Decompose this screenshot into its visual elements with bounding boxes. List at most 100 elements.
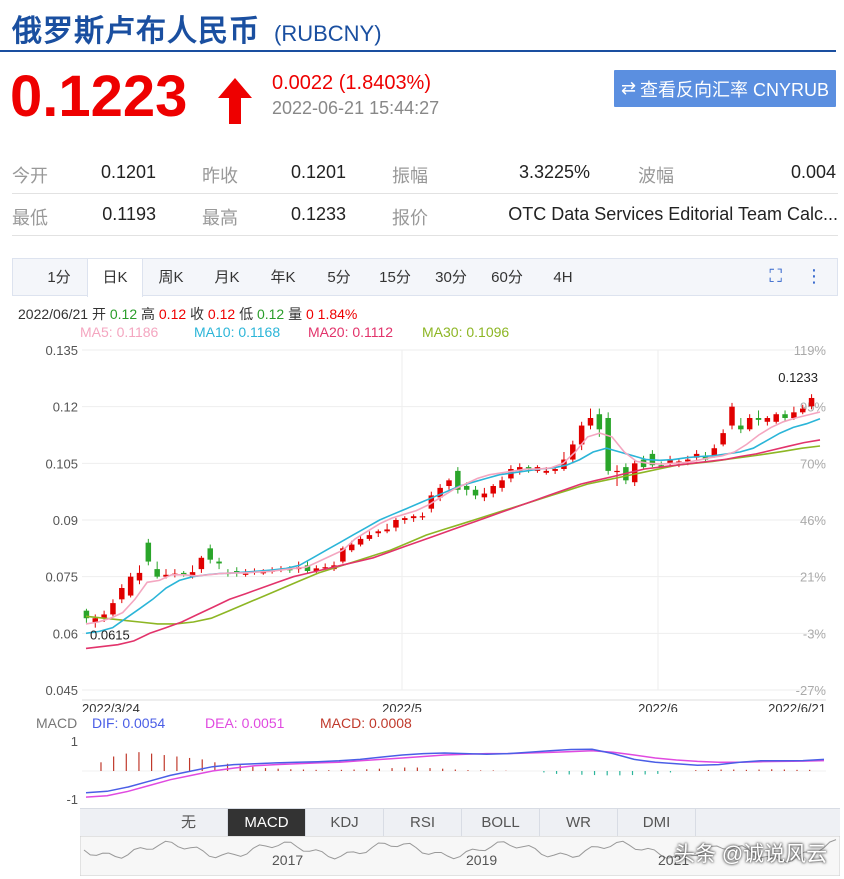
indicator-none[interactable]: 无 xyxy=(150,809,228,837)
tab-4h[interactable]: 4H xyxy=(535,259,591,296)
tab-5min[interactable]: 5分 xyxy=(311,259,367,296)
tab-30min[interactable]: 30分 xyxy=(423,259,479,296)
tab-daily[interactable]: 日K xyxy=(87,259,143,297)
y-tick-label: 0.06 xyxy=(53,626,78,641)
percent-tick-label: -3% xyxy=(803,626,827,641)
quote-time: 2022-06-21 15:44:27 xyxy=(272,98,440,118)
stat-value: 0.1201 xyxy=(100,162,156,182)
x-tick-label: 2022/3/24 xyxy=(82,701,140,712)
candle-body xyxy=(596,414,603,430)
close-value: 0.12 xyxy=(207,306,236,322)
stat-value: OTC Data Services Editorial Team Calc... xyxy=(508,204,838,224)
tab-yearly[interactable]: 年K xyxy=(255,259,311,296)
symbol-code: (RUBCNY) xyxy=(274,21,382,46)
candle-body xyxy=(808,397,815,407)
candle-body xyxy=(242,573,249,575)
stat-label: 最低 xyxy=(12,208,48,228)
stat-value: 0.1201 xyxy=(290,162,346,182)
stats-row: 今开 0.1201 昨收 0.1201 振幅 3.3225% 波幅 0.004 xyxy=(12,152,838,194)
candle-body xyxy=(782,414,788,418)
candle-body xyxy=(127,576,134,596)
open-label: 开 xyxy=(91,306,106,322)
max-annotation: 0.1233 xyxy=(778,370,818,385)
stat-label: 波幅 xyxy=(638,166,674,186)
low-value: 0.12 xyxy=(256,306,285,322)
open-value: 0.12 xyxy=(109,306,138,322)
ma5-line xyxy=(85,411,821,625)
stats-row: 最低 0.1193 最高 0.1233 报价 OTC Data Services… xyxy=(12,194,838,236)
candle-body xyxy=(216,561,222,564)
reverse-rate-button[interactable]: ⇄ 查看反向汇率 CNYRUB xyxy=(614,70,836,107)
candle-body xyxy=(605,418,611,471)
candle-body xyxy=(402,518,408,520)
title-row: 俄罗斯卢布人民币 (RUBCNY) xyxy=(12,6,382,48)
candle-body xyxy=(145,542,152,562)
tab-monthly[interactable]: 月K xyxy=(199,259,255,296)
candle-body xyxy=(755,418,762,420)
indicator-dmi[interactable]: DMI xyxy=(618,809,696,837)
min-annotation: 0.0615 xyxy=(90,628,130,643)
stat-value: 0.1193 xyxy=(102,204,156,224)
indicator-rsi[interactable]: RSI xyxy=(384,809,462,837)
period-tabs: 1分 日K 周K 月K 年K 5分 15分 30分 60分 4H ⛶ ⋮ xyxy=(12,258,838,297)
stat-label: 昨收 xyxy=(202,166,238,186)
tab-15min[interactable]: 15分 xyxy=(367,259,423,296)
macd-y-tick: 1 xyxy=(71,734,78,749)
candle-body xyxy=(481,493,488,498)
macd-chart[interactable]: 1 -1 xyxy=(0,712,844,808)
percent-tick-label: 70% xyxy=(800,456,826,471)
candle-body xyxy=(207,548,213,560)
dea-line xyxy=(85,749,825,798)
candle-body xyxy=(720,433,726,445)
candle-body xyxy=(198,557,205,570)
volume-value: 0 xyxy=(305,306,314,322)
candle-body xyxy=(729,406,735,426)
tab-60min[interactable]: 60分 xyxy=(479,259,535,296)
arrow-up-icon xyxy=(218,78,252,124)
candle-body xyxy=(410,516,417,519)
candle-body xyxy=(419,516,426,518)
candle-body xyxy=(738,425,744,430)
stat-value: 0.004 xyxy=(790,162,836,182)
page-title: 俄罗斯卢布人民币 xyxy=(12,15,260,48)
candle-body xyxy=(773,414,779,422)
indicator-kdj[interactable]: KDJ xyxy=(306,809,384,837)
tab-1min[interactable]: 1分 xyxy=(31,259,87,296)
stat-value: 3.3225% xyxy=(518,162,590,182)
candle-body xyxy=(746,418,753,430)
candle-body xyxy=(357,538,364,545)
x-tick-label: 2022/6 xyxy=(638,701,678,712)
candlestick-chart[interactable]: 0.135 119%0.12 95%0.105 70%0.09 46%0.075 21%0… xyxy=(0,338,844,712)
ma20-line xyxy=(85,439,821,650)
kline-date: 2022/06/21 xyxy=(18,306,89,322)
title-divider xyxy=(0,50,836,52)
low-label: 低 xyxy=(239,306,254,322)
percent-tick-label: 119% xyxy=(794,343,827,358)
candle-body xyxy=(472,489,479,496)
tab-weekly[interactable]: 周K xyxy=(143,259,199,296)
fullscreen-icon[interactable]: ⛶ xyxy=(769,266,782,286)
indicator-wr[interactable]: WR xyxy=(540,809,618,837)
indicator-macd[interactable]: MACD xyxy=(228,809,306,837)
watermark: 头条 @诚说风云 xyxy=(674,843,828,866)
indicator-boll[interactable]: BOLL xyxy=(462,809,540,837)
stat-label: 报价 xyxy=(392,208,428,228)
more-icon[interactable]: ⋮ xyxy=(805,266,823,286)
candle-body xyxy=(499,480,505,488)
y-tick-label: 0.12 xyxy=(53,400,78,415)
candle-body xyxy=(119,588,125,600)
reverse-rate-label: 查看反向汇率 CNYRUB xyxy=(640,79,830,100)
candle-body xyxy=(799,408,806,413)
percent-tick-label: 46% xyxy=(800,513,826,528)
stat-label: 最高 xyxy=(202,208,238,228)
candle-body xyxy=(543,470,550,473)
stats-table: 今开 0.1201 昨收 0.1201 振幅 3.3225% 波幅 0.004 … xyxy=(12,152,838,236)
candle-body xyxy=(552,469,558,471)
y-tick-label: 0.075 xyxy=(45,570,78,585)
swap-icon: ⇄ xyxy=(620,78,637,98)
stat-label: 今开 xyxy=(12,166,48,186)
price-change: 0.0022 (1.8403%) xyxy=(272,72,432,94)
high-label: 高 xyxy=(141,306,155,322)
percent-change: 1.84% xyxy=(317,306,358,322)
candle-body xyxy=(446,480,452,486)
